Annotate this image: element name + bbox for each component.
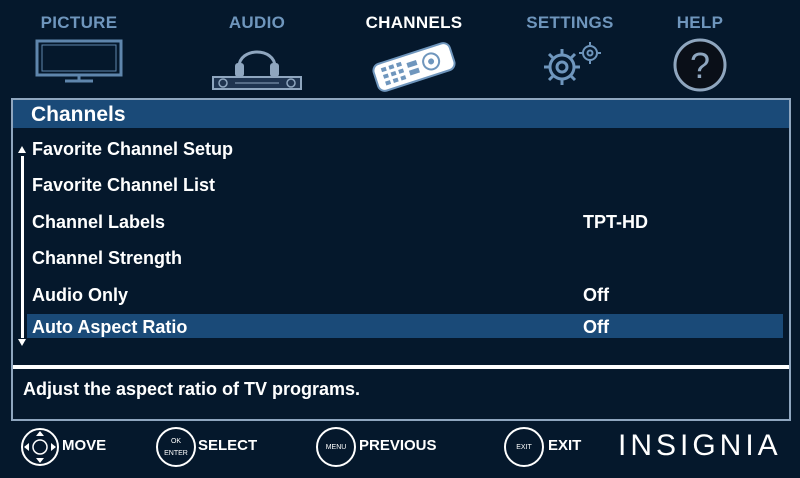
menu-text: MENU [325, 444, 347, 451]
menu-item-label: Favorite Channel Setup [32, 139, 234, 159]
remote-hint-bar: MOVE OK ENTER SELECT MENU PREVIOUS EXIT … [0, 423, 800, 478]
svg-text:?: ? [690, 45, 710, 86]
menu-scrollbar[interactable] [17, 146, 27, 346]
hint-move-label: MOVE [62, 437, 107, 454]
tab-settings-label: SETTINGS [526, 13, 614, 32]
menu-item-audio-only[interactable]: Audio Only Off [27, 282, 783, 306]
help-description: Adjust the aspect ratio of TV programs. [23, 379, 361, 399]
remote-icon [372, 42, 456, 92]
exit-text: EXIT [516, 444, 532, 451]
enter-text: ENTER [164, 450, 188, 457]
menu-tab-bar: PICTURE AUDIO CHANNELS SETTINGS HELP ? [0, 0, 800, 98]
menu-item-auto-aspect-ratio[interactable]: Auto Aspect Ratio Off [27, 314, 783, 338]
menu-button-icon: MENU [316, 427, 356, 467]
gears-icon [544, 42, 601, 85]
channels-panel: Channels Favorite Channel Setup Favorite… [11, 98, 791, 421]
tab-picture[interactable]: PICTURE [18, 0, 140, 98]
scroll-down-arrow-icon[interactable] [18, 339, 26, 346]
panel-title: Channels [31, 103, 126, 126]
menu-item-favorite-channel-list[interactable]: Favorite Channel List [27, 172, 783, 196]
tab-settings[interactable]: SETTINGS [510, 0, 630, 98]
menu-item-channel-labels[interactable]: Channel Labels TPT-HD [27, 209, 783, 233]
panel-divider [13, 365, 789, 369]
hint-select: OK ENTER SELECT [156, 423, 266, 473]
tab-audio[interactable]: AUDIO [198, 0, 316, 98]
menu-item-label: Audio Only [32, 285, 128, 305]
tab-channels[interactable]: CHANNELS [352, 0, 476, 98]
exit-button-icon: EXIT [504, 427, 544, 467]
question-icon: ? [673, 38, 727, 92]
hint-select-label: SELECT [198, 437, 258, 454]
menu-item-channel-strength[interactable]: Channel Strength [27, 245, 783, 269]
menu-item-label: Channel Strength [32, 248, 183, 268]
menu-item-label: Auto Aspect Ratio [32, 317, 188, 337]
scroll-up-arrow-icon[interactable] [18, 146, 26, 153]
menu-item-label: Channel Labels [32, 212, 166, 232]
tab-help[interactable]: HELP ? [660, 0, 740, 98]
menu-item-label: Favorite Channel List [32, 175, 216, 195]
hint-previous-label: PREVIOUS [359, 437, 437, 454]
menu-item-favorite-channel-setup[interactable]: Favorite Channel Setup [27, 136, 783, 160]
tab-audio-label: AUDIO [228, 13, 286, 32]
ok-text: OK [170, 438, 182, 445]
tab-picture-label: PICTURE [40, 13, 118, 32]
ok-enter-button-icon: OK ENTER [156, 427, 196, 467]
hint-exit-label: EXIT [548, 437, 582, 454]
tab-channels-label: CHANNELS [365, 13, 463, 32]
dpad-icon [21, 428, 59, 466]
hint-previous: MENU PREVIOUS [316, 423, 446, 473]
menu-item-value: Off [583, 285, 609, 305]
panel-title-bar: Channels [13, 100, 789, 128]
tv-icon [35, 39, 123, 83]
tab-help-label: HELP [676, 13, 724, 32]
hint-exit: EXIT EXIT [504, 423, 594, 473]
menu-item-value: Off [583, 317, 609, 337]
scroll-track [21, 156, 24, 338]
menu-item-value: TPT-HD [583, 212, 648, 232]
headphones-icon [212, 50, 302, 90]
insignia-logo: INSIGNIA [618, 429, 782, 462]
hint-move: MOVE [20, 423, 120, 473]
